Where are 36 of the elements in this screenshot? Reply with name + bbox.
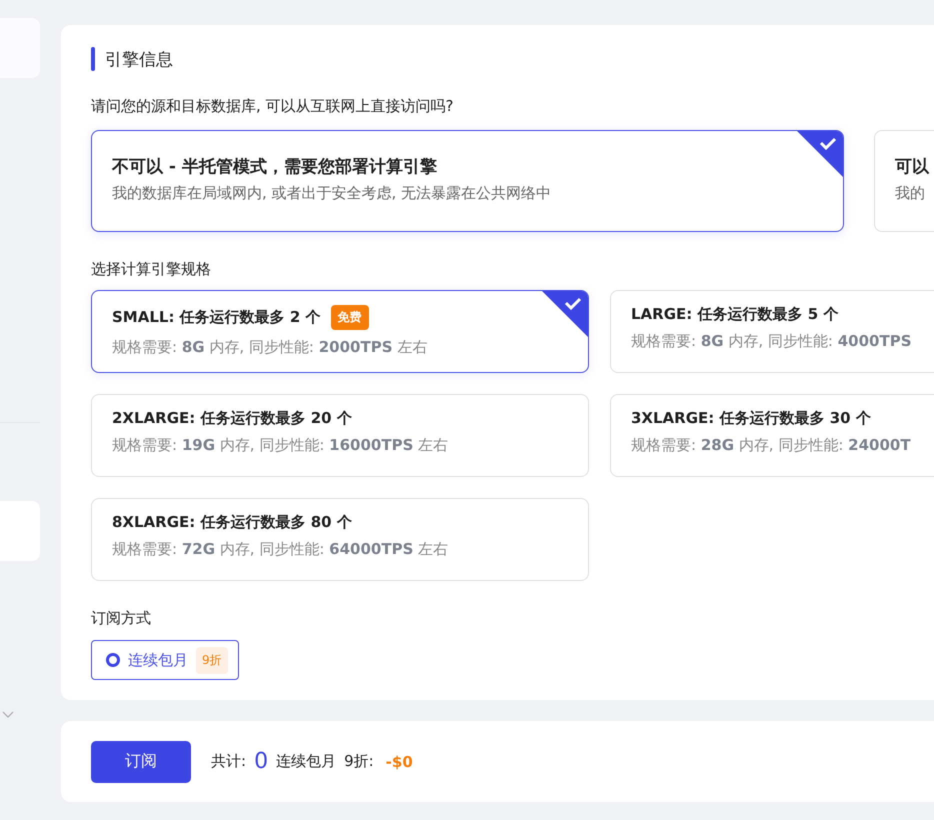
option-title: 可以 xyxy=(895,156,929,178)
spec-title: 2XLARGE: 任务运行数最多 20 个 xyxy=(112,409,352,428)
radio-icon[interactable] xyxy=(106,653,120,667)
spec-title: LARGE: 任务运行数最多 5 个 xyxy=(631,305,838,324)
spec-description: 规格需要: 8G 内存, 同步性能: 2000TPS 左右 xyxy=(112,338,428,357)
spec-description: 规格需要: 19G 内存, 同步性能: 16000TPS 左右 xyxy=(112,436,450,455)
spec-title: 8XLARGE: 任务运行数最多 80 个 xyxy=(112,513,352,532)
spec-label: 选择计算引擎规格 xyxy=(91,260,212,279)
total-count: 0 xyxy=(254,749,268,774)
spec-title: SMALL: 任务运行数最多 2 个 xyxy=(112,308,321,327)
spec-option[interactable]: 3XLARGE: 任务运行数最多 30 个 规格需要: 28G 内存, 同步性能: 24000T xyxy=(610,394,934,477)
spec-option[interactable]: 8XLARGE: 任务运行数最多 80 个 规格需要: 72G 内存, 同步性能: 64000TPS 左右 xyxy=(91,498,589,581)
price-text: -$0 xyxy=(386,752,413,770)
section-marker xyxy=(91,47,95,71)
section-title: 引擎信息 xyxy=(105,48,173,70)
subscribe-button[interactable]: 订阅 xyxy=(91,740,191,782)
subscription-option[interactable]: 连续包月 9折 xyxy=(91,640,239,680)
spec-option[interactable]: SMALL: 任务运行数最多 2 个 免费 规格需要: 8G 内存, 同步性能: 2000TPS 左右 xyxy=(91,290,589,373)
access-option[interactable]: 不可以 - 半托管模式，需要您部署计算引擎 我的数据库在局域网内, 或者出于安全考虑, 无法暴露在公共网络中 xyxy=(91,130,844,232)
discount-badge: 9折 xyxy=(196,646,228,674)
spec-description: 规格需要: 8G 内存, 同步性能: 4000TPS xyxy=(631,332,912,351)
spec-title: 3XLARGE: 任务运行数最多 30 个 xyxy=(631,409,871,428)
spec-option[interactable]: 2XLARGE: 任务运行数最多 20 个 规格需要: 19G 内存, 同步性能: 16000TPS 左右 xyxy=(91,394,589,477)
access-option[interactable]: 可以 我的 xyxy=(874,130,934,232)
free-badge: 免费 xyxy=(330,305,369,330)
discount-label: 9折: xyxy=(344,752,374,771)
spec-description: 规格需要: 72G 内存, 同步性能: 64000TPS 左右 xyxy=(112,540,450,559)
total-label: 共计: xyxy=(211,752,246,771)
option-description: 我的数据库在局域网内, 或者出于安全考虑, 无法暴露在公共网络中 xyxy=(112,184,552,203)
option-title: 不可以 - 半托管模式，需要您部署计算引擎 xyxy=(112,156,438,178)
subscription-label: 订阅方式 xyxy=(91,609,152,628)
question-text: 请问您的源和目标数据库, 可以从互联网上直接访问吗? xyxy=(91,97,454,116)
spec-option[interactable]: LARGE: 任务运行数最多 5 个 规格需要: 8G 内存, 同步性能: 4000TPS xyxy=(610,290,934,373)
spec-description: 规格需要: 28G 内存, 同步性能: 24000T xyxy=(631,436,912,455)
option-description: 我的 xyxy=(895,184,926,203)
plan-label: 连续包月 xyxy=(276,752,336,771)
